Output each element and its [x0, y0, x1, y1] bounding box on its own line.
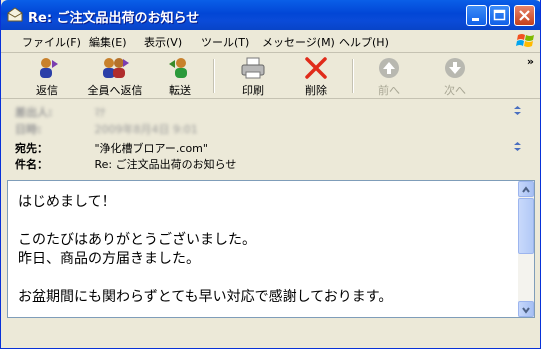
subject-label: 件名：	[15, 158, 48, 171]
from-value: ﾏﾅ	[94, 106, 106, 119]
title-bar[interactable]: Re: ご注文品出荷のお知らせ	[1, 0, 540, 30]
down-arrow-icon	[445, 58, 465, 78]
message-text: はじめまして！ このたびはありがとうございました。 昨日、商品の方届きました。 …	[18, 194, 393, 305]
from-label: 差出人:	[15, 106, 53, 119]
reply-all-button[interactable]: 全員へ返信	[83, 53, 147, 97]
close-button[interactable]	[514, 5, 535, 26]
date-value: 2009年8月4日 9:01	[94, 123, 198, 136]
menu-view[interactable]: 表示(V)	[144, 34, 182, 50]
menu-help[interactable]: ヘルプ(H)	[339, 34, 389, 50]
menu-tools[interactable]: ツール(T)	[201, 34, 249, 50]
message-header: 差出人: ﾏﾅ 日時: 2009年8月4日 9:01 宛先： "浄化槽ブロアー.…	[1, 99, 540, 177]
toolbar-separator	[213, 59, 215, 93]
to-row: 宛先： "浄化槽ブロアー.com"	[15, 140, 208, 156]
envelope-icon	[7, 7, 23, 22]
print-label: 印刷	[242, 84, 264, 97]
to-label: 宛先：	[15, 142, 48, 155]
forward-label: 転送	[169, 84, 191, 97]
forward-icon	[169, 58, 187, 78]
forward-button[interactable]: 転送	[158, 53, 202, 97]
toolbar-separator	[352, 59, 354, 93]
delete-button[interactable]: 削除	[294, 53, 338, 97]
message-body[interactable]: はじめまして！ このたびはありがとうございました。 昨日、商品の方届きました。 …	[7, 180, 535, 318]
maximize-icon	[493, 9, 506, 21]
minimize-button[interactable]	[466, 5, 487, 26]
to-value[interactable]: "浄化槽ブロアー.com"	[95, 142, 208, 155]
subject-value: Re: ご注文品出荷のお知らせ	[94, 158, 237, 171]
header-scroll-bottom-icon[interactable]	[510, 140, 525, 153]
scroll-down-button[interactable]	[518, 301, 534, 317]
status-bar	[1, 320, 540, 348]
menu-message[interactable]: メッセージ(M)	[262, 34, 335, 50]
menu-edit[interactable]: 編集(E)	[89, 34, 127, 50]
minimize-icon	[472, 18, 479, 21]
scroll-down-arrow-icon	[522, 307, 530, 314]
date-label: 日時:	[15, 123, 42, 136]
vertical-scrollbar[interactable]	[518, 181, 534, 317]
windows-logo-icon	[516, 34, 534, 47]
date-row: 日時: 2009年8月4日 9:01	[15, 121, 198, 137]
up-arrow-icon	[379, 58, 399, 78]
toolbar-overflow-chevron[interactable]: »	[527, 55, 534, 68]
close-icon	[519, 10, 530, 21]
email-window: Re: ご注文品出荷のお知らせ ファイル(F) 編集(E) 表示(V) ツール(…	[0, 0, 541, 349]
reply-button[interactable]: 返信	[25, 53, 69, 97]
toolbar: 返信 全員へ返信 転送 印刷 削除 前へ 次へ	[1, 53, 540, 99]
reply-label: 返信	[36, 84, 58, 97]
subject-row: 件名： Re: ご注文品出荷のお知らせ	[15, 156, 236, 172]
next-button[interactable]: 次へ	[433, 53, 477, 97]
delete-x-icon	[305, 57, 327, 79]
reply-icon	[40, 58, 58, 78]
header-scroll-top-icon[interactable]	[510, 104, 525, 117]
delete-label: 削除	[305, 84, 327, 97]
next-label: 次へ	[444, 84, 466, 97]
previous-label: 前へ	[378, 84, 400, 97]
reply-all-label: 全員へ返信	[87, 84, 143, 97]
menu-file[interactable]: ファイル(F)	[22, 34, 81, 50]
from-row: 差出人: ﾏﾅ	[15, 104, 106, 120]
scroll-up-arrow-icon	[522, 186, 530, 193]
reply-all-icon	[103, 58, 129, 78]
window-title: Re: ご注文品出荷のお知らせ	[28, 11, 200, 26]
menu-bar: ファイル(F) 編集(E) 表示(V) ツール(T) メッセージ(M) ヘルプ(…	[1, 30, 540, 53]
scroll-up-button[interactable]	[518, 181, 534, 197]
previous-button[interactable]: 前へ	[367, 53, 411, 97]
maximize-button[interactable]	[489, 5, 510, 26]
printer-icon	[241, 57, 265, 79]
scroll-thumb[interactable]	[518, 198, 534, 254]
print-button[interactable]: 印刷	[231, 53, 275, 97]
